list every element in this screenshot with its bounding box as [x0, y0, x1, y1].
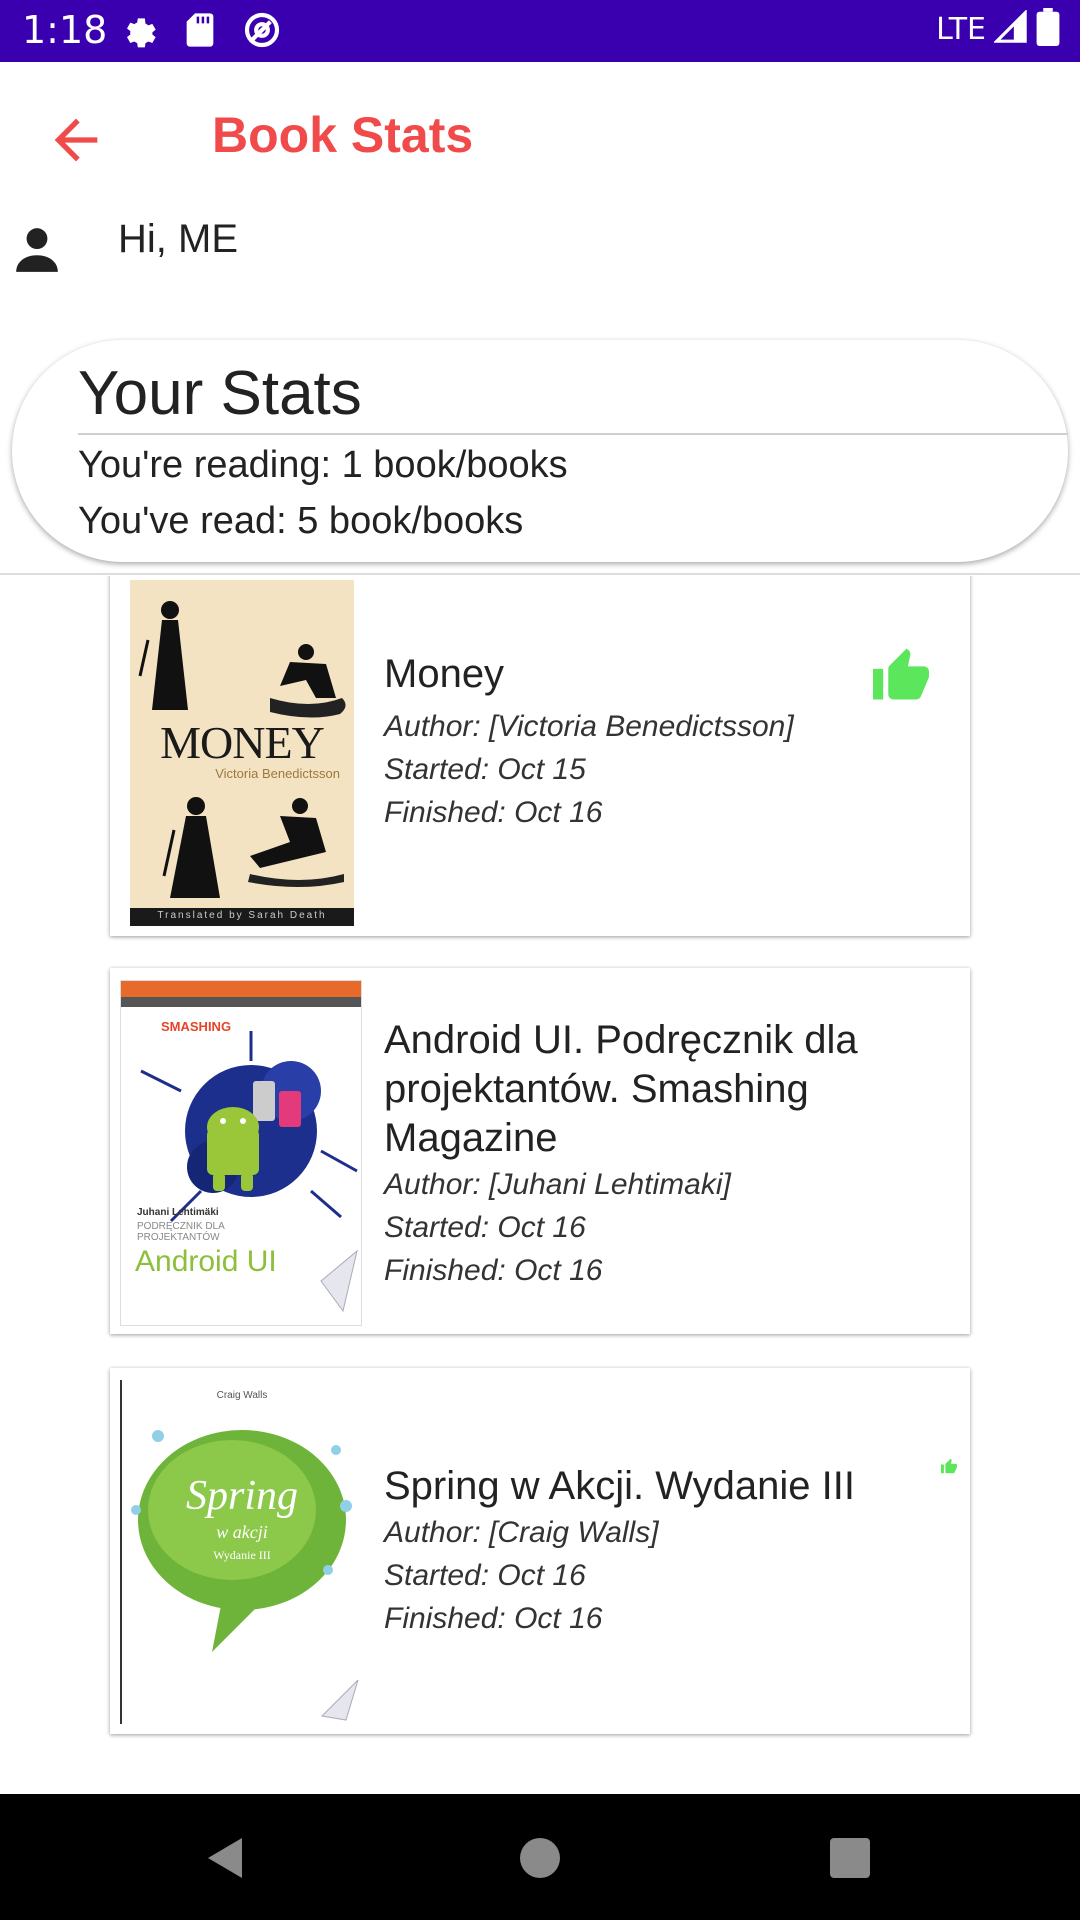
status-icons [118, 10, 282, 50]
book-cover-money: MONEY Victoria Benedictsson Translated b… [130, 580, 354, 926]
cover-title: Android UI [135, 1245, 277, 1278]
book-card-spring-w-akcji[interactable]: Craig Walls Spring w akcji Wydanie III S… [110, 1368, 970, 1734]
book-card-money[interactable]: MONEY Victoria Benedictsson Translated b… [110, 576, 970, 936]
book-started: Started: Oct 16 [384, 1559, 586, 1592]
stats-card: Your Stats You're reading: 1 book/books … [12, 340, 1068, 562]
book-info: Money Author: [Victoria Benedictsson] St… [384, 650, 904, 834]
cover-edition: Wydanie III [213, 1548, 271, 1562]
signal-icon [993, 9, 1028, 49]
status-time: 1:18 [22, 8, 108, 52]
page-title: Book Stats [212, 107, 474, 163]
network-type: LTE [936, 12, 986, 47]
book-finished: Finished: Oct 16 [384, 1602, 603, 1635]
book-author: Author: [Victoria Benedictsson] [384, 710, 794, 743]
book-author: Author: [Juhani Lehtimaki] [384, 1168, 731, 1201]
book-title: Money [384, 652, 505, 696]
status-right: LTE [936, 8, 1060, 51]
book-finished: Finished: Oct 16 [384, 796, 603, 829]
nav-recents-button[interactable] [826, 1834, 874, 1882]
book-info: Android UI. Podręcznik dla projektantów.… [384, 1016, 904, 1292]
at-sign-icon [242, 10, 282, 50]
book-card-android-ui[interactable]: SMASHING Juhani Lehtimäki PODRĘCZNIK DLA… [110, 968, 970, 1334]
book-cover-spring: Craig Walls Spring w akcji Wydanie III [120, 1380, 362, 1724]
cover-subtitle: w akcji [216, 1522, 268, 1542]
sd-card-icon [180, 10, 220, 50]
home-circle-icon [520, 1838, 560, 1878]
cover-subtitle: PODRĘCZNIK DLA PROJEKTANTÓW [137, 1221, 225, 1243]
book-title: Spring w Akcji. Wydanie III [384, 1464, 855, 1508]
back-button[interactable] [44, 108, 108, 172]
person-icon [12, 224, 62, 274]
book-info: Spring w Akcji. Wydanie III Author: [Cra… [384, 1462, 904, 1640]
battery-icon [1036, 8, 1060, 51]
greeting: Hi, ME [0, 212, 1080, 282]
book-title: Android UI. Podręcznik dla projektantów.… [384, 1018, 858, 1160]
nav-home-button[interactable] [516, 1834, 564, 1882]
nav-back-button[interactable] [202, 1834, 250, 1882]
stats-heading: Your Stats [78, 359, 362, 428]
thumbs-up-icon [870, 646, 932, 707]
cover-title: Spring [185, 1473, 298, 1519]
cover-footer: Translated by Sarah Death [157, 910, 327, 921]
greeting-text: Hi, ME [118, 217, 238, 261]
list-top-divider [0, 573, 1080, 575]
stats-reading-count: You're reading: 1 book/books [78, 444, 568, 486]
gear-icon [118, 10, 158, 50]
arrow-left-icon [54, 118, 98, 162]
book-list[interactable]: MONEY Victoria Benedictsson Translated b… [0, 576, 1080, 1794]
book-cover-android-ui: SMASHING Juhani Lehtimäki PODRĘCZNIK DLA… [120, 980, 362, 1326]
stats-read-count: You've read: 5 book/books [78, 500, 524, 542]
book-author: Author: [Craig Walls] [384, 1516, 659, 1549]
cover-author: Juhani Lehtimäki [137, 1207, 219, 1218]
cover-title: MONEY [160, 717, 325, 768]
app-bar: Book Stats [0, 62, 1080, 212]
back-triangle-icon [208, 1838, 242, 1878]
status-bar: 1:18 LTE [0, 0, 1080, 62]
thumbs-up-icon [940, 1458, 958, 1479]
book-started: Started: Oct 15 [384, 753, 586, 786]
system-nav-bar [0, 1794, 1080, 1920]
recents-square-icon [830, 1838, 870, 1878]
book-finished: Finished: Oct 16 [384, 1254, 603, 1287]
cover-author: Victoria Benedictsson [215, 766, 340, 781]
stats-divider [78, 433, 1068, 435]
book-started: Started: Oct 16 [384, 1211, 586, 1244]
